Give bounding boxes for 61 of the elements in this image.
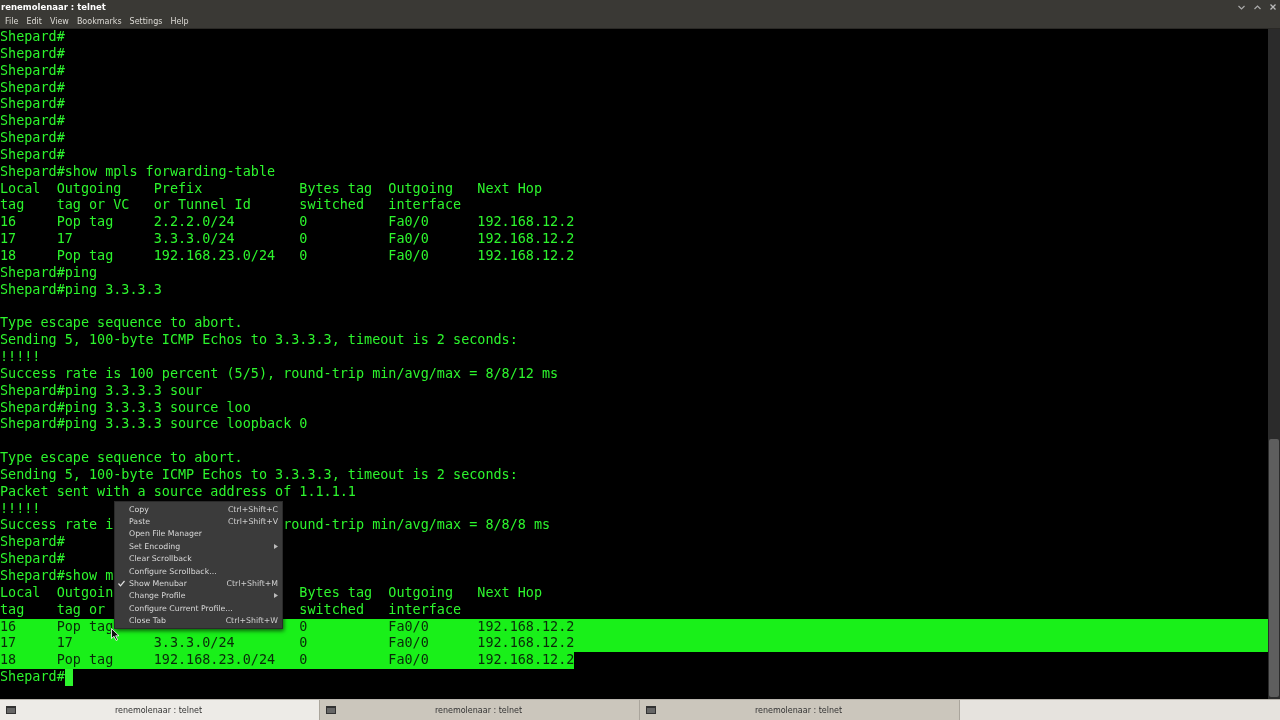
terminal-text: 18 Pop tag 192.168.23.0/24 0 Fa0/0 192.168.12.2 [0, 247, 575, 265]
menu-entry[interactable]: File [5, 16, 19, 26]
terminal-text: !!!!! [0, 349, 41, 366]
terminal-text: Shepard# [0, 551, 65, 568]
menu-entry[interactable]: Bookmarks [76, 16, 122, 26]
terminal-text: Shepard# [0, 79, 65, 97]
menu-entry[interactable]: Help [170, 16, 189, 26]
terminal-text: 16 Pop tag 2.2.2.0/24 0 Fa0/0 192.168.12.2 [0, 214, 575, 232]
terminal-text: Shepard# [0, 96, 65, 114]
terminal-icon [646, 706, 656, 714]
terminal-text: Shepard# [0, 146, 65, 164]
terminal-text: Success rate is 100 percent (5/5), round-trip min/avg/max = 8/8/12 ms [0, 365, 559, 383]
terminal-text: Shepard# [0, 130, 65, 147]
terminal-text: 0 Fa0/0 192.168.12.2 [299, 618, 575, 636]
terminal-icon [326, 706, 336, 714]
menu-entry[interactable]: Settings [129, 16, 163, 26]
mouse-pointer-icon [111, 628, 120, 641]
terminal-text: Shepard# [0, 113, 65, 131]
terminal-text: Success rate i [0, 517, 114, 535]
terminal-text: Shepard#show m [0, 568, 114, 585]
terminal-text: Shepard#show mpls forwarding-table [0, 163, 276, 181]
terminal-text: 17 17 3.3.3.0/24 0 Fa0/0 192.168.12.2 [0, 635, 575, 653]
terminal-text: Sending 5, 100-byte ICMP Echos to 3.3.3.3, timeout is 2 seconds: [0, 466, 518, 484]
terminal-text: round-trip min/avg/max = 8/8/8 ms [283, 517, 551, 535]
terminal-text: Sending 5, 100-byte ICMP Echos to 3.3.3.3, timeout is 2 seconds: [0, 332, 518, 350]
menu-entry[interactable]: Edit [26, 16, 42, 26]
terminal-text: tag tag or VC or Tunnel Id switched interface [0, 197, 462, 215]
minimize-icon[interactable] [1238, 4, 1245, 10]
terminal-text: Local Outgoing Prefix Bytes tag Outgoing Next Hop [0, 180, 543, 198]
terminal-text: 17 17 3.3.3.0/24 0 Fa0/0 192.168.12.2 [0, 231, 575, 248]
terminal-text: Local Outgoin [0, 584, 114, 602]
terminal-text: Shepard#ping 3.3.3.3 [0, 281, 162, 299]
terminal-text: Shepard# [0, 29, 65, 46]
taskbar-item[interactable]: renemolenaar : telnet [640, 700, 960, 720]
terminal-text: Bytes tag Outgoing Next Hop [299, 584, 543, 602]
terminal-text: Shepard#ping 3.3.3.3 sour [0, 382, 203, 400]
terminal-text: Packet sent with a source address of 1.1.1.1 [0, 483, 356, 501]
terminal-text: switched interface [299, 601, 462, 619]
terminal-text: Shepard# [0, 534, 65, 552]
close-icon[interactable] [1270, 4, 1276, 10]
terminal-text: tag tag or [0, 601, 106, 619]
terminal-text: Shepard#ping 3.3.3.3 source loo [0, 399, 251, 417]
terminal-text: !!!!! [0, 500, 41, 518]
terminal-text: Shepard#ping [0, 264, 98, 282]
terminal-text: Shepard# [0, 669, 65, 686]
terminal-icon [6, 706, 16, 714]
taskbar-item[interactable]: renemolenaar : telnet [320, 700, 640, 720]
text-cursor [64, 669, 73, 686]
terminal-text: Type escape sequence to abort. [0, 450, 243, 467]
scrollbar[interactable] [1268, 29, 1280, 699]
maximize-icon[interactable] [1254, 4, 1261, 10]
terminal-text: Shepard# [0, 62, 65, 80]
menu-entry[interactable]: View [49, 16, 69, 26]
scrollbar-thumb[interactable] [1269, 439, 1279, 697]
taskbar-item[interactable]: renemolenaar : telnet [0, 700, 320, 720]
terminal-text: Type escape sequence to abort. [0, 315, 243, 333]
window-title: renemolenaar : telnet [1, 2, 106, 12]
terminal-text: Shepard# [0, 45, 65, 63]
terminal-text: Shepard#ping 3.3.3.3 source loopback 0 [0, 416, 308, 434]
terminal-text: 16 Pop tag [0, 618, 114, 636]
terminal-text: 18 Pop tag 192.168.23.0/24 0 Fa0/0 192.168.12.2 [0, 652, 575, 670]
